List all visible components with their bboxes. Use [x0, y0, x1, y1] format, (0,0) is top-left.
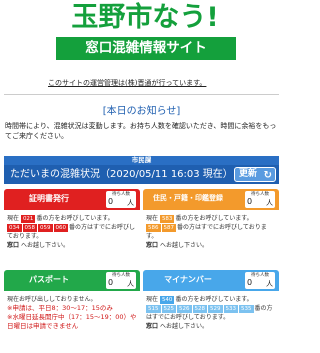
congestion-status-bar: ただいまの混雑状況（2020/05/11 16:03 現在） 更新 ↻ — [4, 165, 279, 184]
card-title: パスポート — [29, 275, 69, 284]
window-prefix: 窓口 — [7, 242, 20, 249]
current-number: 021 — [20, 215, 36, 223]
called-number: 526 — [177, 305, 192, 313]
current-suffix: 番の方をお呼びしています。 — [175, 215, 253, 222]
current-suffix: 番の方をお呼びしています。 — [36, 215, 114, 222]
card-title: 証明書発行 — [29, 194, 69, 203]
called-number: 060 — [53, 224, 68, 232]
divider — [4, 94, 279, 95]
card-title: マイナンバー — [164, 275, 212, 284]
passport-note: ※水曜日延長開庁中（17：15～19：00）や日曜日は申請できません — [7, 313, 137, 330]
current-suffix: 番の方をお呼びしています。 — [175, 296, 253, 303]
wait-unit: 人 — [127, 280, 134, 288]
wait-count: 0 — [247, 278, 253, 287]
status-line: 現在お呼び出ししておりません。 — [7, 296, 97, 303]
called-number: 533 — [223, 305, 238, 313]
wait-count: 0 — [247, 197, 253, 206]
wait-count-box: 待ち人数 0 人 — [106, 272, 136, 289]
department-header: 市民課 — [4, 156, 279, 165]
wait-unit: 人 — [127, 199, 134, 207]
notice-body: 時間帯により、混雑状況は変動します。お持ち人数を確認いただき、時間に余裕をもって… — [5, 122, 277, 140]
notice-title: [本日のお知らせ] — [102, 106, 181, 117]
card-body: 現在 583 番の方をお呼びしています。 586 587 番の方はすでにお呼びしており… — [143, 210, 279, 254]
called-number: 535 — [239, 305, 254, 313]
called-number: 525 — [161, 305, 176, 313]
wait-count: 0 — [108, 278, 114, 287]
window-suffix: へお越し下さい。 — [159, 323, 208, 330]
card-body: 現在 540 番の方をお呼びしています。 515 525 526 528 529 533 53… — [143, 291, 279, 335]
current-number: 583 — [159, 215, 175, 223]
called-number: 587 — [161, 224, 176, 232]
called-number: 528 — [192, 305, 207, 313]
wait-unit: 人 — [266, 280, 273, 288]
called-number: 034 — [7, 224, 22, 232]
called-number: 515 — [146, 305, 161, 313]
status-headline: ただいまの混雑状況（2020/05/11 16:03 現在） — [10, 169, 233, 180]
called-number: 586 — [146, 224, 161, 232]
window-prefix: 窓口 — [146, 242, 159, 249]
wait-count-box: 待ち人数 0 人 — [245, 191, 275, 208]
called-number: 058 — [22, 224, 37, 232]
current-number: 540 — [159, 296, 175, 304]
site-subtitle-banner: 窓口混雑情報サイト — [56, 37, 236, 60]
card-body: 現在 021 番の方をお呼びしています。 034 058 059 060 番の方はすでにお… — [4, 210, 140, 254]
wait-count-box: 待ち人数 0 人 — [245, 272, 275, 289]
refresh-label: 更新 — [239, 169, 258, 179]
current-prefix: 現在 — [146, 215, 159, 222]
card-body: 現在お呼び出ししておりません。 ※申請は、平日8：30～17：15のみ ※水曜日… — [4, 291, 140, 335]
refresh-icon: ↻ — [263, 170, 272, 181]
current-prefix: 現在 — [146, 296, 159, 303]
passport-note: ※申請は、平日8：30～17：15のみ — [7, 304, 113, 312]
site-logo: 玉野市なう! — [71, 2, 219, 33]
service-card-mynumber: マイナンバー 待ち人数 0 人 現在 540 番の方をお呼びしています。 515 5… — [143, 270, 279, 335]
window-suffix: へお越し下さい。 — [159, 242, 208, 249]
service-card-passport: パスポート 待ち人数 0 人 現在お呼び出ししておりません。 ※申請は、平日8：… — [4, 270, 140, 335]
card-title: 住民・戸籍・印鑑登録 — [153, 194, 223, 202]
operator-link[interactable]: このサイトの運営管理は(株)晋通が行っています。 — [48, 78, 206, 88]
called-number: 529 — [208, 305, 223, 313]
wait-unit: 人 — [266, 199, 273, 207]
card-header: マイナンバー 待ち人数 0 人 — [143, 270, 279, 291]
current-prefix: 現在 — [7, 215, 20, 222]
window-prefix: 窓口 — [146, 323, 159, 330]
called-number: 059 — [38, 224, 53, 232]
service-card-resident: 住民・戸籍・印鑑登録 待ち人数 0 人 現在 583 番の方をお呼びしています。 … — [143, 189, 279, 254]
window-suffix: へお越し下さい。 — [20, 242, 69, 249]
card-header: 住民・戸籍・印鑑登録 待ち人数 0 人 — [143, 189, 279, 210]
wait-count: 0 — [108, 197, 114, 206]
refresh-button[interactable]: 更新 ↻ — [234, 167, 276, 182]
card-header: 証明書発行 待ち人数 0 人 — [4, 189, 140, 210]
card-header: パスポート 待ち人数 0 人 — [4, 270, 140, 291]
wait-count-box: 待ち人数 0 人 — [106, 191, 136, 208]
service-card-certificates: 証明書発行 待ち人数 0 人 現在 021 番の方をお呼びしています。 034 05… — [4, 189, 140, 254]
